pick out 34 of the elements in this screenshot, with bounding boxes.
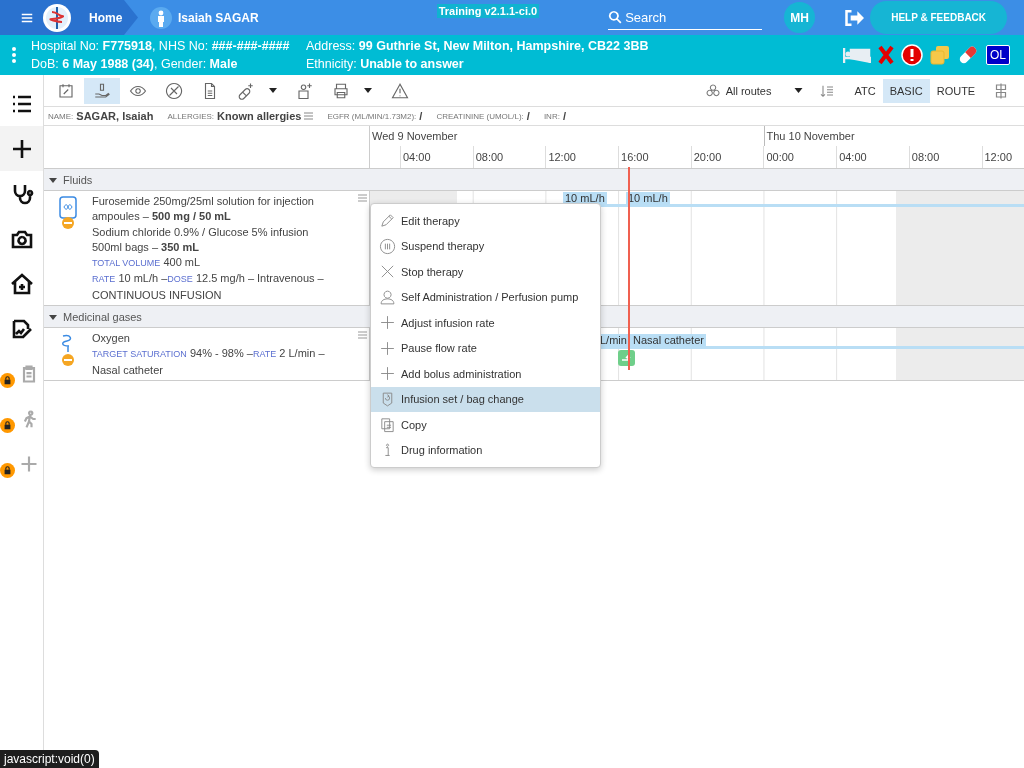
- therapy-detail: RATE 10 mL/h –DOSE 12.5 mg/h – Intravenous – CONTINUOUS INFUSION: [92, 271, 325, 303]
- info-value: SAGAR, Isaiah: [76, 110, 154, 122]
- therapy-detail: TOTAL VOLUME 400 mL: [92, 255, 202, 271]
- info-value: /: [562, 110, 566, 122]
- day-label: Wed 9 November: [371, 129, 459, 144]
- environment-badge: Training v2.1.1-ci.0: [436, 4, 540, 18]
- therapy-text: Sodium chloride 0.9% / Glucose 5% infusion 500ml bags – 350 mL: [92, 224, 310, 255]
- day-label: Thu 10 November: [763, 126, 857, 146]
- info-label: ALLERGIES:: [167, 111, 215, 121]
- info-label: INR:: [543, 111, 560, 121]
- info-label: EGFR (ML/MIN/1.73M2):: [327, 111, 417, 121]
- hour-label: 04:00: [400, 146, 473, 168]
- info-label: CREATININE (UMOL/L):: [436, 111, 524, 121]
- hour-label: 12:00: [981, 146, 1024, 168]
- rate-label: L/min, Nasal catheter: [598, 334, 706, 348]
- hour-label: 08:00: [472, 146, 546, 168]
- therapy-text: Oxygen: [92, 331, 131, 347]
- status-tooltip: javascript:void(0): [0, 750, 99, 768]
- info-value: /: [526, 110, 530, 122]
- therapy-text: Furosemide 250mg/25ml solution for injection ampoules – 500 mg / 50 mL: [92, 194, 315, 225]
- patient-detail: Ethnicity: Unable to answer: [306, 57, 465, 71]
- info-value: Known allergies: [217, 110, 302, 122]
- patient-name: Isaiah SAGAR: [178, 10, 259, 25]
- therapy-detail: TARGET SATURATION 94% - 98% –RATE 2 L/min – Nasal catheter: [92, 346, 326, 378]
- patient-detail: DoB: 6 May 1988 (34), Gender: Male: [31, 57, 239, 71]
- patient-detail: Address: 99 Guthrie St, New Milton, Hampshire, CB22 3BB: [306, 39, 649, 53]
- hour-label: 00:00: [763, 146, 837, 168]
- hour-label: 08:00: [908, 146, 982, 168]
- hour-label: 04:00: [836, 146, 909, 168]
- info-label: NAME:: [48, 111, 74, 121]
- patient-detail: Hospital No: F775918, NHS No: ###-###-####: [31, 39, 291, 53]
- hour-label: 20:00: [690, 146, 764, 168]
- hour-label: 12:00: [545, 146, 619, 168]
- info-value: /: [419, 110, 423, 122]
